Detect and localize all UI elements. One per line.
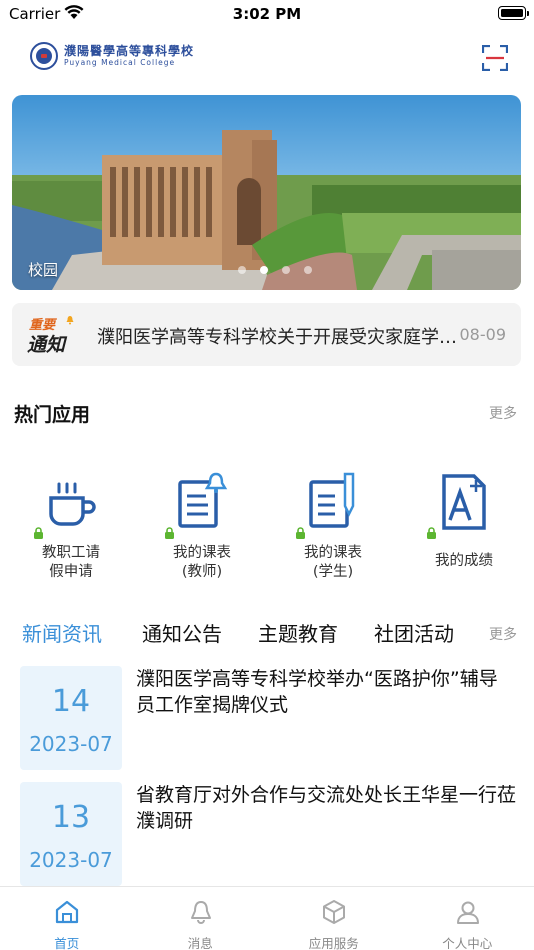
app-label: 我的课表 (教师)	[142, 544, 262, 582]
logo-text: 濮陽醫學高等專科學校 Puyang Medical College	[64, 44, 194, 68]
news-tabs: 新闻资讯 通知公告 主题教育 社团活动 更多	[0, 618, 534, 654]
tab-theme-education[interactable]: 主题教育	[258, 618, 338, 647]
cube-icon	[323, 900, 345, 924]
news-date-box: 14 2023-07	[20, 666, 122, 770]
lock-icon	[165, 527, 174, 539]
header: 濮陽醫學高等專科學校 Puyang Medical College	[0, 30, 534, 90]
news-list-item[interactable]: 13 2023-07 省教育厅对外合作与交流处处长王华星一行莅濮调研	[20, 782, 520, 886]
banner-caption: 校园	[28, 261, 59, 279]
news-day: 13	[51, 800, 91, 835]
banner-dot-active[interactable]	[260, 266, 268, 274]
banner-pagination	[238, 266, 312, 274]
notice-date: 08-09	[459, 325, 507, 344]
home-icon	[55, 900, 79, 924]
notice-bell-icon	[66, 316, 74, 325]
app-label-line2: (教师)	[181, 564, 223, 580]
tab-club-activities[interactable]: 社团活动	[374, 618, 454, 647]
banner-dot[interactable]	[238, 266, 246, 274]
app-label-line1: 我的课表	[304, 545, 362, 561]
tab-notices[interactable]: 通知公告	[142, 618, 222, 647]
news-day: 14	[51, 684, 91, 719]
app-teacher-schedule[interactable]: 我的课表 (教师)	[142, 470, 262, 590]
important-notice-badge: 重要 通知	[27, 314, 77, 356]
campus-banner[interactable]: 校园	[12, 95, 521, 290]
app-label: 教职工请 假申请	[11, 544, 131, 582]
coffee-cup-icon	[49, 482, 96, 526]
schedule-pen-icon	[309, 472, 355, 528]
app-student-schedule[interactable]: 我的课表 (学生)	[273, 470, 393, 590]
hot-apps-grid: 教职工请 假申请 我的课表 (教师) 我的课表 (学生) 我的成绩	[0, 470, 534, 590]
college-logo: 濮陽醫學高等專科學校 Puyang Medical College	[30, 42, 194, 70]
bottom-tab-bar: 首页 消息 应用服务 个人中心	[0, 886, 534, 950]
campus-photo	[12, 95, 521, 290]
app-label-line2: 假申请	[49, 564, 93, 580]
app-label-line1: 我的课表	[173, 545, 231, 561]
app-label-line1: 我的成绩	[435, 553, 493, 569]
grade-a-plus-icon	[442, 474, 486, 530]
logo-chinese-name: 濮陽醫學高等專科學校	[64, 44, 195, 58]
college-seal-icon	[30, 42, 58, 70]
news-title[interactable]: 省教育厅对外合作与交流处处长王华星一行莅濮调研	[136, 782, 516, 834]
person-icon	[456, 901, 479, 924]
banner-dot[interactable]	[282, 266, 290, 274]
app-staff-leave[interactable]: 教职工请 假申请	[11, 470, 131, 590]
tabbar-label: 应用服务	[308, 936, 359, 950]
news-month: 2023-07	[29, 848, 113, 872]
app-my-grades[interactable]: 我的成绩	[404, 470, 524, 590]
logo-english-name: Puyang Medical College	[64, 58, 176, 67]
hot-apps-title: 热门应用	[14, 404, 91, 426]
app-label: 我的成绩	[404, 552, 524, 571]
news-more-link[interactable]: 更多	[489, 624, 517, 644]
lock-icon	[34, 527, 43, 539]
app-label-line2: (学生)	[312, 564, 354, 580]
tabbar-app-services[interactable]: 应用服务	[267, 887, 401, 950]
tabbar-messages[interactable]: 消息	[134, 887, 268, 950]
news-title[interactable]: 濮阳医学高等专科学校举办“医路护你”辅导员工作室揭牌仪式	[136, 666, 516, 718]
status-time: 3:02 PM	[232, 5, 302, 23]
news-date-box: 13 2023-07	[20, 782, 122, 886]
hot-apps-more-link[interactable]: 更多	[489, 403, 517, 423]
bell-icon	[190, 901, 211, 924]
tabbar-personal-center[interactable]: 个人中心	[401, 887, 534, 950]
lock-icon	[296, 527, 305, 539]
tabbar-label: 首页	[54, 936, 80, 950]
notice-text[interactable]: 濮阳医学高等专科学校关于开展受灾家庭学生资助工作的通知	[97, 323, 457, 349]
tabbar-home[interactable]: 首页	[0, 887, 134, 950]
tab-news[interactable]: 新闻资讯	[22, 618, 102, 647]
important-notice-bar[interactable]: 重要 通知 濮阳医学高等专科学校关于开展受灾家庭学生资助工作的通知 08-09	[12, 303, 521, 366]
status-bar: Carrier 3:02 PM	[0, 0, 534, 30]
news-month: 2023-07	[29, 732, 113, 756]
tabbar-label: 个人中心	[442, 936, 493, 950]
tabbar-label: 消息	[187, 936, 213, 950]
lock-icon	[427, 527, 436, 539]
banner-dot[interactable]	[304, 266, 312, 274]
app-label-line1: 教职工请	[42, 545, 100, 561]
app-label: 我的课表 (学生)	[273, 544, 393, 582]
notice-badge-bottom: 通知	[27, 334, 66, 356]
scan-icon[interactable]	[482, 45, 508, 71]
battery-icon	[498, 6, 529, 20]
schedule-bell-icon	[178, 472, 228, 528]
news-list-item[interactable]: 14 2023-07 濮阳医学高等专科学校举办“医路护你”辅导员工作室揭牌仪式	[20, 666, 520, 770]
